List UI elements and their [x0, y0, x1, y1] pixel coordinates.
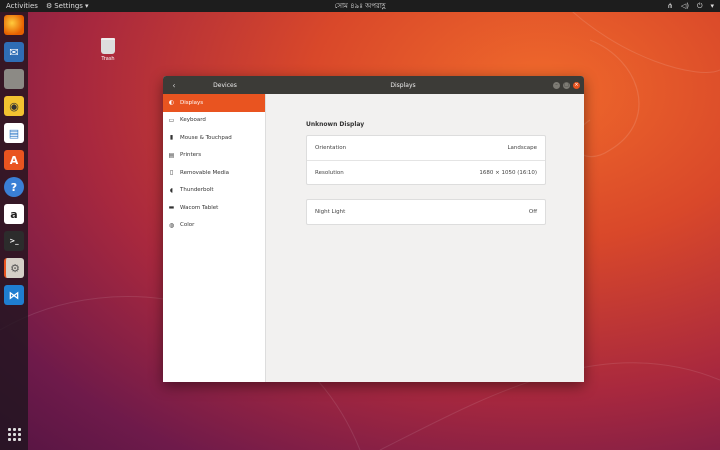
- night-light-row[interactable]: Night Light Off: [307, 200, 545, 224]
- orientation-row[interactable]: Orientation Landscape: [307, 136, 545, 160]
- top-bar: Activities ⚙ Settings ▾ সোম ৪৯ঃ অপরাহ্ণ …: [0, 0, 720, 12]
- libreoffice-writer-icon[interactable]: ▤: [4, 123, 24, 143]
- dock: ✉ ◉ ▤ A ? a >_ ⚙ ⋈: [0, 12, 28, 450]
- help-icon[interactable]: ?: [4, 177, 24, 197]
- resolution-value: 1680 × 1050 (16∶10): [479, 169, 537, 176]
- software-center-icon[interactable]: A: [4, 150, 24, 170]
- trash-icon: [101, 38, 115, 54]
- night-light-value: Off: [528, 209, 537, 215]
- printer-icon: ▤: [168, 151, 175, 159]
- sidebar-item-removable-media[interactable]: ▯ Removable Media: [163, 164, 265, 182]
- panel-title: Devices: [213, 81, 237, 89]
- display-icon: ◐: [168, 99, 175, 107]
- files-icon[interactable]: [4, 69, 24, 89]
- tablet-icon: ▬: [168, 204, 175, 212]
- power-icon: ⏻: [696, 1, 703, 10]
- resolution-label: Resolution: [315, 169, 344, 176]
- amazon-icon[interactable]: a: [4, 204, 24, 224]
- window-controls: – □ ×: [553, 81, 580, 89]
- trash-desktop-icon[interactable]: Trash: [95, 38, 121, 62]
- title-bar[interactable]: ‹ Devices Displays – □ ×: [163, 76, 584, 94]
- sidebar-item-displays[interactable]: ◐ Displays: [163, 94, 265, 112]
- thunderbird-icon[interactable]: ✉: [4, 42, 24, 62]
- thunderbolt-icon: ◖: [169, 186, 174, 194]
- sidebar-item-label: Keyboard: [180, 117, 206, 124]
- sidebar-item-color[interactable]: ◍ Color: [163, 217, 265, 235]
- vscode-icon[interactable]: ⋈: [4, 285, 24, 305]
- media-icon: ▯: [169, 169, 174, 177]
- sidebar-item-mouse-touchpad[interactable]: ▮ Mouse & Touchpad: [163, 129, 265, 147]
- firefox-icon[interactable]: [4, 15, 24, 35]
- settings-window: ‹ Devices Displays – □ × ◐ Displays ▭ Ke…: [163, 76, 584, 382]
- window-title: Displays: [390, 81, 416, 89]
- network-icon: ⋔: [666, 2, 673, 10]
- display-settings-card: Orientation Landscape Resolution 1680 × …: [306, 135, 546, 185]
- display-panel: Unknown Display Orientation Landscape Re…: [266, 94, 584, 382]
- mouse-icon: ▮: [169, 134, 174, 142]
- minimize-button[interactable]: –: [553, 81, 560, 89]
- clock[interactable]: সোম ৪৯ঃ অপরাহ্ণ: [335, 0, 386, 12]
- keyboard-icon: ▭: [168, 116, 175, 124]
- settings-sidebar: ◐ Displays ▭ Keyboard ▮ Mouse & Touchpad…: [163, 94, 266, 382]
- sidebar-item-label: Removable Media: [180, 169, 229, 176]
- sidebar-item-thunderbolt[interactable]: ◖ Thunderbolt: [163, 182, 265, 200]
- orientation-value: Landscape: [507, 145, 537, 151]
- trash-label: Trash: [101, 56, 115, 62]
- app-menu-label: Settings: [54, 2, 83, 10]
- sidebar-item-printers[interactable]: ▤ Printers: [163, 147, 265, 165]
- activities-button[interactable]: Activities: [6, 2, 38, 10]
- color-icon: ◍: [168, 221, 175, 229]
- orientation-label: Orientation: [315, 145, 347, 151]
- sidebar-item-label: Printers: [180, 152, 202, 159]
- rhythmbox-icon[interactable]: ◉: [4, 96, 24, 116]
- chevron-down-icon: ▾: [710, 2, 714, 10]
- gear-icon: ⚙: [45, 2, 53, 10]
- sidebar-item-wacom-tablet[interactable]: ▬ Wacom Tablet: [163, 199, 265, 217]
- chevron-down-icon: ▾: [84, 2, 89, 10]
- back-icon[interactable]: ‹: [163, 81, 185, 90]
- sidebar-item-keyboard[interactable]: ▭ Keyboard: [163, 112, 265, 130]
- sidebar-item-label: Color: [180, 222, 195, 229]
- sidebar-item-label: Mouse & Touchpad: [180, 134, 232, 141]
- night-light-label: Night Light: [315, 209, 346, 215]
- night-light-card: Night Light Off: [306, 199, 546, 225]
- sidebar-item-label: Thunderbolt: [180, 187, 214, 194]
- volume-icon: ◁): [680, 2, 689, 10]
- show-applications-button[interactable]: [4, 424, 24, 444]
- display-section-title: Unknown Display: [306, 121, 365, 128]
- settings-icon[interactable]: ⚙: [4, 258, 24, 278]
- close-button[interactable]: ×: [573, 81, 580, 89]
- app-menu[interactable]: ⚙ Settings ▾: [46, 2, 89, 10]
- resolution-row[interactable]: Resolution 1680 × 1050 (16∶10): [307, 160, 545, 184]
- maximize-button[interactable]: □: [563, 81, 570, 89]
- terminal-icon[interactable]: >_: [4, 231, 24, 251]
- sidebar-item-label: Displays: [180, 99, 204, 106]
- system-tray[interactable]: ⋔ ◁) ⏻ ▾: [667, 2, 714, 11]
- sidebar-item-label: Wacom Tablet: [180, 204, 219, 211]
